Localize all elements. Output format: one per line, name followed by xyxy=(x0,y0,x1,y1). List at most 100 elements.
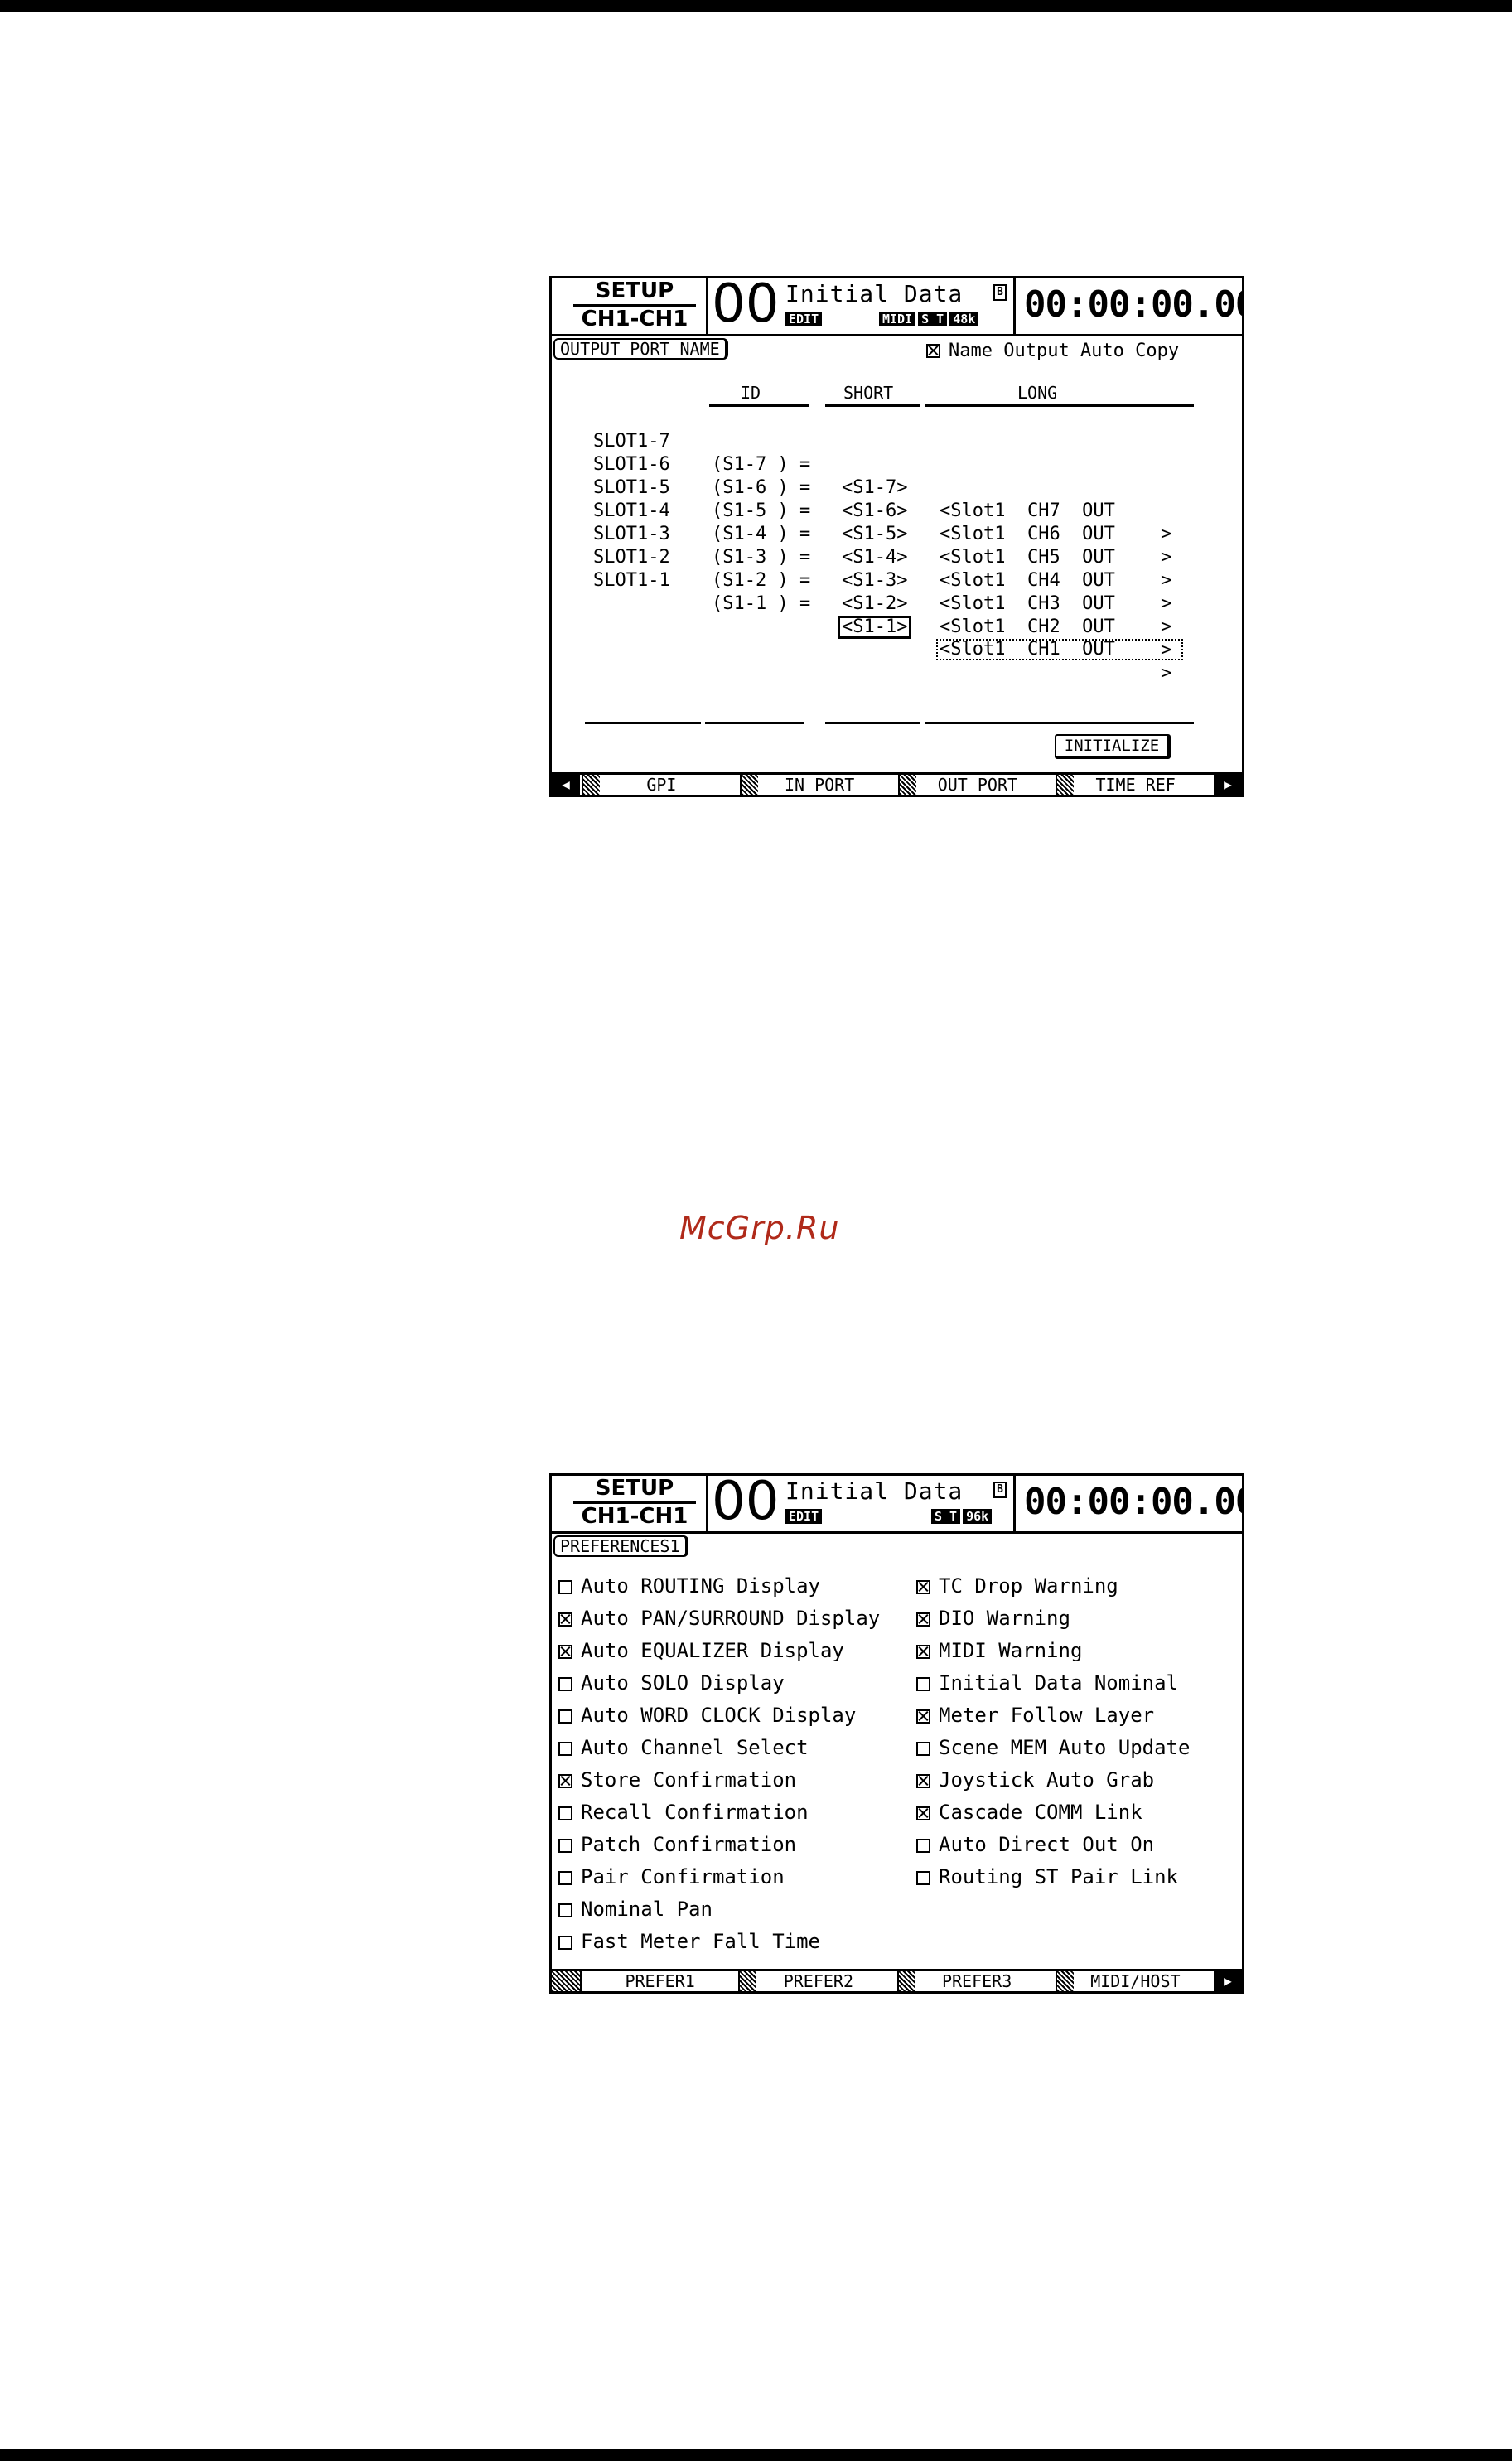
checkbox-icon[interactable] xyxy=(558,1645,572,1659)
pref-label: Auto Channel Select xyxy=(581,1736,809,1759)
checkbox-icon[interactable] xyxy=(558,1709,572,1724)
short-name[interactable]: <S1-7> xyxy=(842,476,907,500)
short-name[interactable]: <S1-5> xyxy=(842,523,907,546)
checkbox-icon[interactable] xyxy=(916,1806,930,1820)
checkbox-icon[interactable] xyxy=(916,1709,930,1724)
watermark: McGrp.Ru xyxy=(679,1210,840,1246)
mode-label: SETUP xyxy=(595,1476,674,1501)
pref-label: Auto EQUALIZER Display xyxy=(581,1639,844,1662)
tab-midi-host[interactable]: MIDI/HOST xyxy=(1055,1971,1214,1991)
tab-in-port[interactable]: IN PORT xyxy=(739,775,898,795)
table-row[interactable]: SLOT1-4 (S1-4 ) = <S1-4> <Slot1 CH4 OUT … xyxy=(552,476,1171,614)
long-name[interactable]: <Slot1 CH2 OUT xyxy=(940,616,1115,639)
long-name[interactable]: <Slot1 CH4 OUT xyxy=(940,569,1115,592)
table-row-selected[interactable]: SLOT1-1 (S1-1 ) = <S1-1> <Slot1 CH1 OUT … xyxy=(552,546,1183,684)
pref-option[interactable]: Pair Confirmation xyxy=(558,1864,785,1889)
mode-box: SETUP CH1-CH1 xyxy=(568,1476,701,1530)
long-name[interactable]: <Slot1 CH3 OUT xyxy=(940,592,1115,616)
pref-option[interactable]: TC Drop Warning xyxy=(916,1574,1118,1598)
pref-option[interactable]: Auto WORD CLOCK Display xyxy=(558,1703,856,1728)
pref-option[interactable]: Auto Channel Select xyxy=(558,1735,809,1760)
checkbox-icon[interactable] xyxy=(558,1871,572,1885)
table-row[interactable]: SLOT1-6 (S1-6 ) = <S1-6> <Slot1 CH6 OUT … xyxy=(552,430,1171,568)
tab-prefer1[interactable]: PREFER1 xyxy=(580,1971,739,1991)
long-name[interactable]: <Slot1 CH7 OUT xyxy=(940,500,1115,523)
pref-option[interactable]: MIDI Warning xyxy=(916,1638,1082,1663)
checkbox-icon[interactable] xyxy=(916,1580,930,1594)
checkbox-icon[interactable] xyxy=(558,1612,572,1627)
checkbox-icon[interactable] xyxy=(916,1774,930,1788)
short-name-cursor[interactable]: <S1-1> xyxy=(838,616,912,639)
pref-option[interactable]: DIO Warning xyxy=(916,1606,1070,1631)
short-name[interactable]: <S1-3> xyxy=(842,569,907,592)
initialize-button[interactable]: INITIALIZE xyxy=(1055,734,1171,759)
pref-option[interactable]: Recall Confirmation xyxy=(558,1800,809,1825)
pref-option[interactable]: Cascade COMM Link xyxy=(916,1800,1142,1825)
pref-option[interactable]: Store Confirmation xyxy=(558,1767,796,1792)
tab-time-ref[interactable]: TIME REF xyxy=(1056,775,1214,795)
tab-scroll-right-icon[interactable]: ▶ xyxy=(1214,775,1242,795)
long-name-end: > xyxy=(1161,524,1172,544)
pref-option[interactable]: Auto PAN/SURROUND Display xyxy=(558,1606,880,1631)
checkbox-icon[interactable] xyxy=(558,1677,572,1691)
checkbox-icon[interactable] xyxy=(558,1806,572,1820)
pref-option[interactable]: Nominal Pan xyxy=(558,1897,713,1922)
pref-option[interactable]: Meter Follow Layer xyxy=(916,1703,1154,1728)
edit-indicator: EDIT xyxy=(785,1509,823,1524)
auto-copy-option[interactable]: Name Output Auto Copy xyxy=(926,341,1179,361)
checkbox-icon[interactable] xyxy=(558,1742,572,1756)
checkbox-icon[interactable] xyxy=(916,1645,930,1659)
checkbox-icon[interactable] xyxy=(558,1936,572,1950)
pref-option[interactable]: Auto ROUTING Display xyxy=(558,1574,820,1598)
pref-option[interactable]: Initial Data Nominal xyxy=(916,1670,1178,1695)
scene-title: Initial Data xyxy=(785,280,964,307)
lcd-screen-out-port: SETUP CH1-CH1 00 Initial Data EDIT MIDI … xyxy=(549,276,1244,797)
pref-label: Patch Confirmation xyxy=(581,1833,797,1856)
pref-option[interactable]: Fast Meter Fall Time xyxy=(558,1929,820,1954)
pref-option[interactable]: Auto EQUALIZER Display xyxy=(558,1638,844,1663)
auto-copy-label: Name Output Auto Copy xyxy=(949,341,1180,361)
tab-gpi[interactable]: GPI xyxy=(582,775,740,795)
table-row[interactable]: SLOT1-7 (S1-7 ) = <S1-7> <Slot1 CH7 OUT … xyxy=(552,407,1171,544)
pref-option[interactable]: Routing ST Pair Link xyxy=(916,1864,1178,1889)
checkbox-icon[interactable] xyxy=(558,1903,572,1917)
table-row[interactable]: SLOT1-3 (S1-3 ) = <S1-3> <Slot1 CH3 OUT … xyxy=(552,500,1171,637)
checkbox-icon[interactable] xyxy=(916,1742,930,1756)
tab-label: IN PORT xyxy=(784,775,855,795)
checkbox-icon[interactable] xyxy=(916,1677,930,1691)
checkbox-icon[interactable] xyxy=(926,344,940,358)
column-header-id: ID xyxy=(741,383,761,403)
long-name-end: > xyxy=(1161,593,1172,614)
pref-label: Pair Confirmation xyxy=(581,1865,785,1888)
long-name[interactable]: <Slot1 CH5 OUT xyxy=(940,546,1115,569)
tab-prefer3[interactable]: PREFER3 xyxy=(896,1971,1056,1991)
table-row[interactable]: SLOT1-2 (S1-2 ) = <S1-2> <Slot1 CH2 OUT … xyxy=(552,523,1171,660)
long-name[interactable]: <Slot1 CH6 OUT xyxy=(940,523,1115,546)
pref-option[interactable]: Patch Confirmation xyxy=(558,1832,796,1857)
pref-option[interactable]: Auto Direct Out On xyxy=(916,1832,1154,1857)
pref-option[interactable]: Scene MEM Auto Update xyxy=(916,1735,1190,1760)
checkbox-icon[interactable] xyxy=(558,1774,572,1788)
pref-label: Initial Data Nominal xyxy=(939,1671,1178,1695)
short-name[interactable]: <S1-2> xyxy=(842,592,907,616)
tab-scroll-right-icon[interactable]: ▶ xyxy=(1214,1971,1242,1991)
checkbox-icon[interactable] xyxy=(916,1871,930,1885)
status-badges: MIDI S T 48k xyxy=(879,312,979,326)
tab-scroll-left-icon[interactable]: ◀ xyxy=(552,775,582,795)
tab-out-port[interactable]: OUT PORT xyxy=(897,775,1056,795)
table-row[interactable]: SLOT1-5 (S1-5 ) = <S1-5> <Slot1 CH5 OUT … xyxy=(552,453,1171,591)
checkbox-icon[interactable] xyxy=(916,1612,930,1627)
short-name[interactable]: <S1-6> xyxy=(842,500,907,523)
pref-label: DIO Warning xyxy=(939,1607,1070,1630)
checkbox-icon[interactable] xyxy=(558,1839,572,1853)
mode-box: SETUP CH1-CH1 xyxy=(568,278,701,333)
tab-prefer2[interactable]: PREFER2 xyxy=(738,1971,897,1991)
pref-option[interactable]: Joystick Auto Grab xyxy=(916,1767,1154,1792)
protect-icon: B xyxy=(993,1482,1007,1498)
checkbox-icon[interactable] xyxy=(558,1580,572,1594)
short-name[interactable]: <S1-4> xyxy=(842,546,907,569)
long-name[interactable]: <Slot1 CH1 OUT xyxy=(936,639,1183,660)
pref-option[interactable]: Auto SOLO Display xyxy=(558,1670,785,1695)
pref-label: Fast Meter Fall Time xyxy=(581,1930,820,1953)
checkbox-icon[interactable] xyxy=(916,1839,930,1853)
